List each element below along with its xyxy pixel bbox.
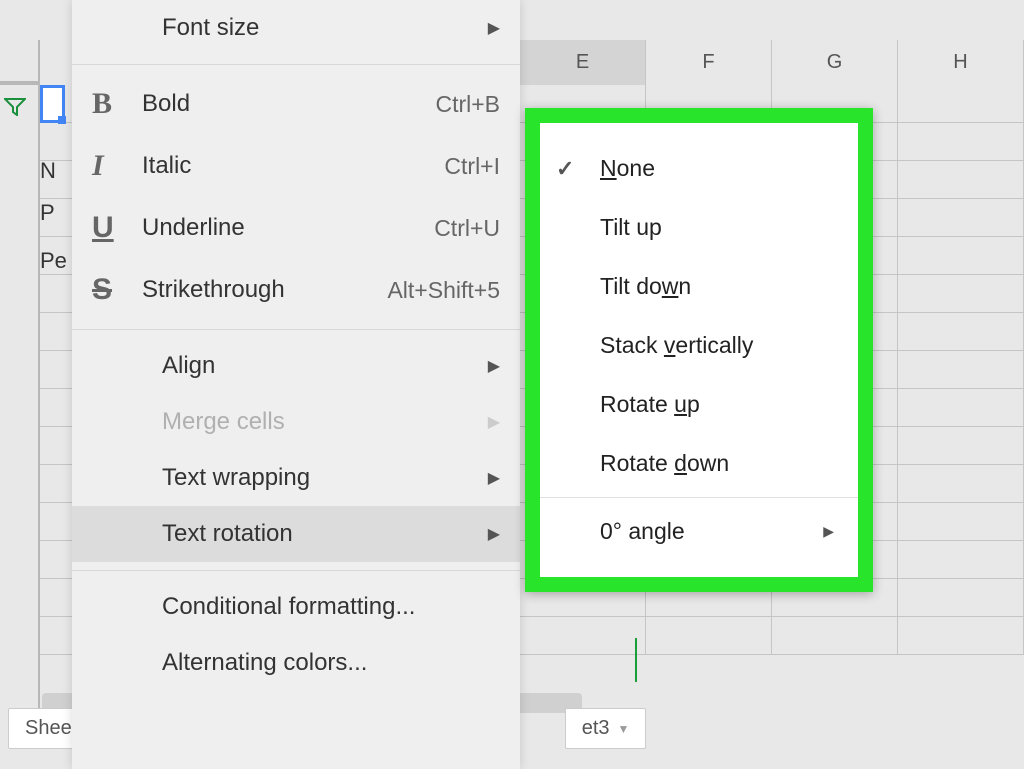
menu-item-italic[interactable]: I Italic Ctrl+I [72,135,520,197]
check-icon: ✓ [556,156,600,182]
format-menu: Font size ▶ B Bold Ctrl+B I Italic Ctrl+… [72,0,520,769]
menu-label: Text wrapping [162,464,488,492]
menu-item-strikethrough[interactable]: S Strikethrough Alt+Shift+5 [72,259,520,321]
menu-item-font-size[interactable]: Font size ▶ [72,0,520,56]
submenu-label: None [600,155,834,182]
menu-label: Text rotation [162,520,488,548]
partial-cell-text-2: P [40,200,55,226]
column-header-h[interactable]: H [898,40,1024,85]
menu-label: Italic [142,152,444,180]
partial-cell-text-1: N [40,158,56,184]
menu-label: Alternating colors... [162,649,500,677]
chevron-right-icon: ▶ [488,524,500,544]
submenu-item-rotate-down[interactable]: Rotate down [540,434,858,493]
text-rotation-submenu: ✓ None Tilt up Tilt down Stack verticall… [540,123,858,577]
submenu-item-angle[interactable]: 0° angle ▶ [540,502,858,561]
row-headers [0,85,40,709]
menu-item-conditional-formatting[interactable]: Conditional formatting... [72,579,520,635]
menu-label: Conditional formatting... [162,593,500,621]
active-cell[interactable] [40,85,65,123]
chevron-down-icon: ▼ [618,722,630,736]
column-header-e[interactable]: E [520,40,646,85]
sheet-tab-label: et3 [582,717,610,740]
menu-shortcut: Ctrl+I [444,153,500,180]
submenu-separator [540,497,858,498]
submenu-label: 0° angle [600,518,823,545]
menu-item-alternating-colors[interactable]: Alternating colors... [72,635,520,691]
submenu-item-rotate-up[interactable]: Rotate up [540,375,858,434]
column-edge-indicator [635,638,637,682]
menu-label: Strikethrough [142,276,387,304]
menu-separator [72,64,520,65]
chevron-right-icon: ▶ [488,18,500,38]
corner-gap [0,40,40,83]
menu-label: Merge cells [162,408,488,436]
submenu-label: Rotate down [600,450,834,477]
menu-item-text-wrapping[interactable]: Text wrapping ▶ [72,450,520,506]
submenu-item-none[interactable]: ✓ None [540,139,858,198]
chevron-right-icon: ▶ [488,468,500,488]
submenu-item-tilt-up[interactable]: Tilt up [540,198,858,257]
submenu-item-stack-vertically[interactable]: Stack vertically [540,316,858,375]
menu-separator [72,570,520,571]
highlight-annotation: ✓ None Tilt up Tilt down Stack verticall… [525,108,873,592]
menu-item-bold[interactable]: B Bold Ctrl+B [72,73,520,135]
filter-icon[interactable] [4,98,26,122]
menu-shortcut: Alt+Shift+5 [387,277,500,304]
menu-item-align[interactable]: Align ▶ [72,338,520,394]
menu-item-merge-cells: Merge cells ▶ [72,394,520,450]
bold-icon: B [92,87,142,121]
column-header-g[interactable]: G [772,40,898,85]
menu-shortcut: Ctrl+B [435,91,500,118]
chevron-right-icon: ▶ [823,523,834,540]
strikethrough-icon: S [92,273,142,307]
menu-label: Bold [142,90,435,118]
chevron-right-icon: ▶ [488,356,500,376]
submenu-label: Tilt down [600,273,834,300]
underline-icon: U [92,211,142,245]
menu-item-underline[interactable]: U Underline Ctrl+U [72,197,520,259]
menu-item-text-rotation[interactable]: Text rotation ▶ [72,506,520,562]
submenu-label: Rotate up [600,391,834,418]
menu-label: Font size [162,14,488,42]
menu-label: Align [162,352,488,380]
sheet-tab-right[interactable]: et3 ▼ [565,708,647,749]
menu-shortcut: Ctrl+U [434,215,500,242]
menu-separator [72,329,520,330]
column-header-f[interactable]: F [646,40,772,85]
submenu-item-tilt-down[interactable]: Tilt down [540,257,858,316]
sheet-tab-label: Shee [25,717,72,740]
chevron-right-icon: ▶ [488,412,500,432]
menu-label: Underline [142,214,434,242]
submenu-label: Stack vertically [600,332,834,359]
submenu-label: Tilt up [600,214,834,241]
partial-cell-text-3: Pe [40,248,67,274]
italic-icon: I [92,149,142,183]
